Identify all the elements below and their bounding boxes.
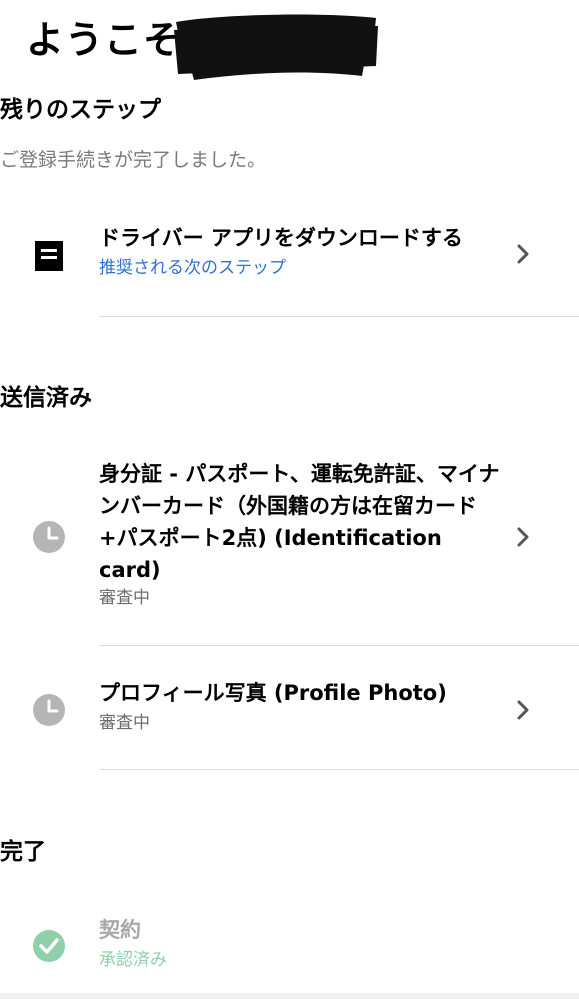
clock-icon <box>33 521 65 553</box>
clock-icon <box>33 694 65 726</box>
recommended-next-step-label: 推奨される次のステップ <box>99 258 286 278</box>
under-review-status: 審査中 <box>99 588 150 608</box>
identification-card-item[interactable]: 身分証 - パスポート、運転免許証、マイナンバーカード（外国籍の方は在留カード+… <box>0 455 579 645</box>
chevron-right-icon <box>517 244 529 264</box>
chevron-right-icon <box>517 700 529 720</box>
divider <box>99 769 579 770</box>
section-title-submitted: 送信済み <box>0 385 92 411</box>
section-title-remaining: 残りのステップ <box>0 97 161 123</box>
bottom-edge <box>0 993 579 999</box>
section-title-completed: 完了 <box>0 839 46 865</box>
item-title: 契約 <box>99 918 141 942</box>
profile-photo-item[interactable]: プロフィール写真 (Profile Photo) 審査中 <box>0 646 579 770</box>
chevron-right-icon <box>517 527 529 547</box>
contract-item: 契約 承認済み <box>0 905 579 991</box>
under-review-status: 審査中 <box>99 713 150 733</box>
item-title: 身分証 - パスポート、運転免許証、マイナンバーカード（外国籍の方は在留カード+… <box>99 462 500 582</box>
item-title: ドライバー アプリをダウンロードする <box>99 226 463 250</box>
approved-status: 承認済み <box>99 950 167 970</box>
download-driver-app-item[interactable]: ドライバー アプリをダウンロードする 推奨される次のステップ <box>0 215 579 317</box>
document-icon <box>35 241 63 271</box>
redacted-name-scribble <box>174 14 378 80</box>
check-circle-icon <box>33 930 65 962</box>
item-title: プロフィール写真 (Profile Photo) <box>99 681 447 705</box>
divider <box>99 316 579 317</box>
registration-complete-text: ご登録手続きが完了しました。 <box>0 149 267 171</box>
